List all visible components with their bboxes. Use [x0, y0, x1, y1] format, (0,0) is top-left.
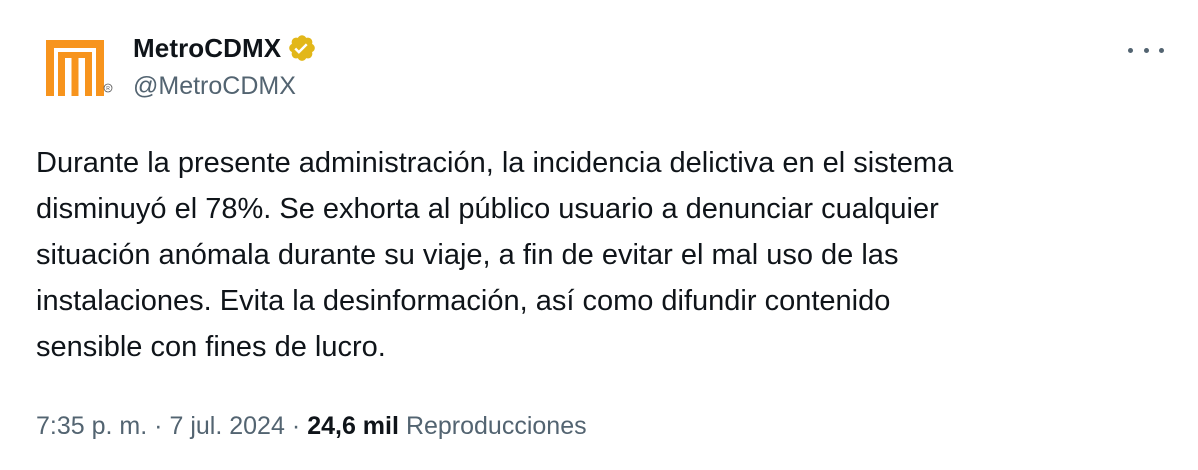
tweet-text-line: disminuyó el 78%. Se exhorta al público …	[36, 193, 939, 225]
verified-badge-icon[interactable]	[287, 33, 317, 63]
tweet-text-line: sensible con fines de lucro.	[36, 331, 386, 363]
ellipsis-icon	[1159, 47, 1164, 53]
tweet-time[interactable]: 7:35 p. m.	[36, 412, 147, 441]
name-row: MetroCDMX	[133, 30, 317, 66]
tweet-card: R MetroCDMX @MetroCDMX Durante la presen…	[0, 0, 1198, 470]
avatar[interactable]: R	[36, 30, 114, 108]
more-options-button[interactable]	[1128, 38, 1164, 62]
tweet-metadata: 7:35 p. m. · 7 jul. 2024 · 24,6 mil Repr…	[36, 412, 587, 441]
metro-m-logo-icon: R	[46, 40, 113, 96]
meta-separator: ·	[291, 412, 301, 440]
views-label[interactable]: Reproducciones	[406, 412, 587, 441]
tweet-text-line: situación anómala durante su viaje, a fi…	[36, 239, 899, 271]
ellipsis-icon	[1143, 47, 1149, 53]
meta-separator: ·	[154, 412, 163, 440]
views-count[interactable]: 24,6 mil	[307, 412, 399, 441]
svg-text:R: R	[106, 86, 110, 92]
tweet-text-line: instalaciones. Evita la desinformación, …	[36, 285, 891, 317]
ellipsis-icon	[1128, 47, 1133, 53]
tweet-date[interactable]: 7 jul. 2024	[170, 412, 285, 441]
account-handle[interactable]: @MetroCDMX	[133, 72, 296, 101]
tweet-text: Durante la presente administración, la i…	[36, 140, 1166, 370]
display-name[interactable]: MetroCDMX	[133, 33, 281, 64]
tweet-text-line: Durante la presente administración, la i…	[36, 147, 954, 179]
